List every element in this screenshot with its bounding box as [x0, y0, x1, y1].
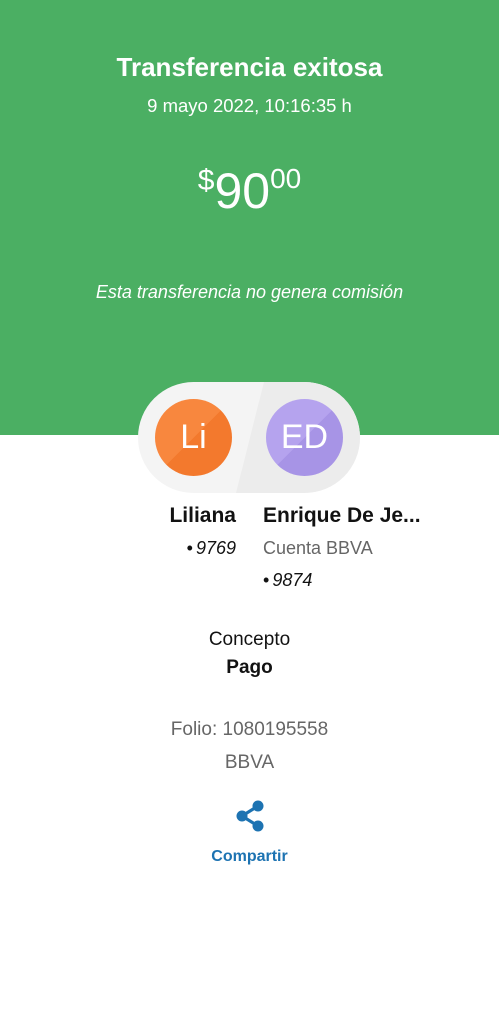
concept-label: Concepto [208, 629, 291, 650]
recipient-account: • 9874 [263, 570, 312, 591]
recipient-bank: Cuenta BBVA [263, 538, 373, 558]
recipient-avatar: ED [266, 399, 343, 476]
amount-integer: 90 [214, 163, 271, 219]
recipient-name: Enrique De Je... [263, 504, 421, 527]
success-header: Transferencia exitosa 9 mayo 2022, 10:16… [0, 0, 499, 435]
fee-note: Esta transferencia no genera comisión [95, 282, 404, 302]
sender-name: Liliana [169, 504, 236, 527]
sender-account-mask: • [186, 538, 193, 558]
participants-pill: Li ED [138, 382, 360, 493]
share-icon[interactable] [235, 800, 265, 832]
sender-account-number: 9769 [195, 538, 236, 558]
bank-name: BBVA [224, 752, 275, 773]
sender-account: • 9769 [0, 538, 236, 559]
transfer-amount: $9000 [0, 162, 499, 220]
folio-number: Folio: 1080195558 [170, 719, 329, 740]
recipient-account-mask: • [263, 570, 270, 590]
amount-decimals: 00 [270, 163, 302, 194]
recipient-account-number: 9874 [272, 570, 313, 590]
amount-currency: $ [197, 164, 215, 197]
page-title: Transferencia exitosa [116, 52, 383, 82]
share-button[interactable]: Compartir [0, 848, 499, 866]
transfer-datetime: 9 mayo 2022, 10:16:35 h [147, 95, 352, 116]
concept-value: Pago [226, 657, 273, 678]
sender-avatar: Li [155, 399, 232, 476]
